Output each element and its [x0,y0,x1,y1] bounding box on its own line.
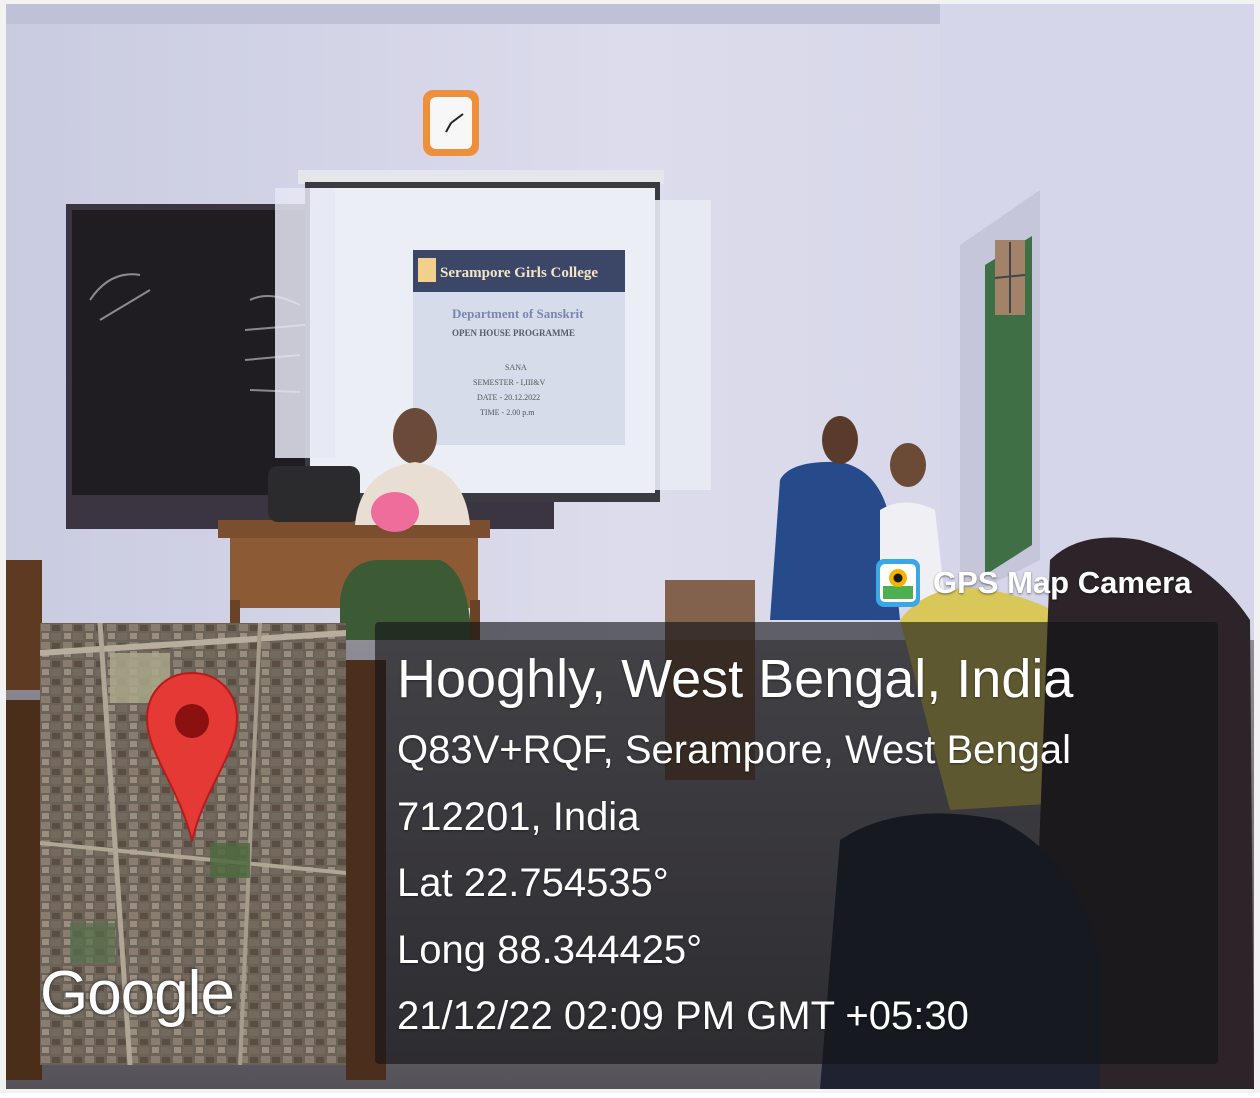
address-line-1: Q83V+RQF, Serampore, West Bengal [397,728,1072,772]
map-attribution: Google [40,959,235,1028]
app-name: GPS Map Camera [933,565,1192,600]
slide-programme: OPEN HOUSE PROGRAMME [452,328,575,338]
slide-time: TIME - 2.00 p.m [480,408,535,417]
gps-camera-icon [875,558,921,608]
slide-semester: SEMESTER - I,III&V [473,378,545,387]
latitude: Lat 22.754535° [397,861,669,905]
location-title: Hooghly, West Bengal, India [397,649,1074,709]
address-line-2: 712201, India [397,795,640,839]
timestamp: 21/12/22 02:09 PM GMT +05:30 [397,994,969,1038]
slide-date: DATE - 20.12.2022 [477,393,540,402]
slide-name: SANA [505,363,527,372]
map-pin-icon [145,671,239,848]
slide-college: Serampore Girls College [440,265,598,281]
gps-camera-badge: GPS Map Camera [875,553,1191,613]
longitude: Long 88.344425° [397,928,703,972]
slide-department: Department of Sanskrit [452,306,584,321]
